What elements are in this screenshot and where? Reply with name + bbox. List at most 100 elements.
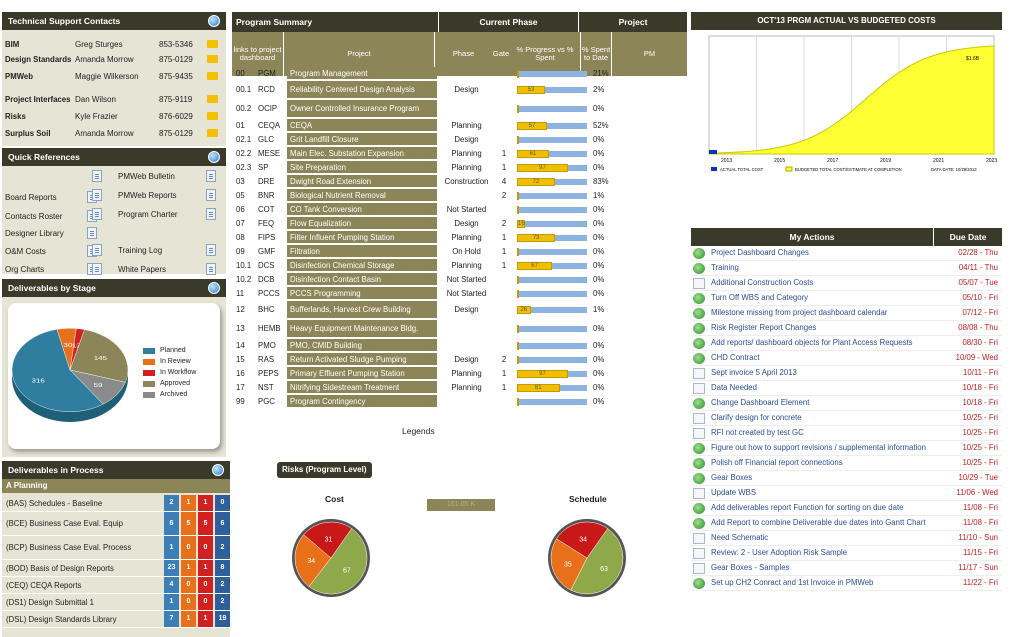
action-row[interactable]: Risk Register Report Changes 08/08 - Thu: [691, 321, 1002, 336]
action-title[interactable]: Milestone missing from project dashboard…: [711, 306, 932, 320]
quick-ref-link[interactable]: Program Charter: [92, 207, 226, 221]
folder-icon[interactable]: [207, 112, 218, 120]
action-row[interactable]: Gear Boxes - Samples 11/17 - Sun: [691, 561, 1002, 576]
action-row[interactable]: Sept invoice 5 April 2013 10/11 - Fri: [691, 366, 1002, 381]
deliverable-row[interactable]: (DS1) Design Submittal 11002: [2, 594, 230, 611]
deliverable-row[interactable]: (BCE) Business Case Eval. Equip 6 5 5 6: [2, 512, 230, 536]
deliverable-row[interactable]: (CEQ) CEQA Reports 4 0 0 2: [2, 577, 230, 594]
project-name[interactable]: Biological Nutrient Removal: [287, 189, 437, 201]
action-title[interactable]: Update WBS: [711, 486, 932, 500]
project-name[interactable]: Program Management: [287, 67, 437, 79]
folder-icon[interactable]: [207, 40, 218, 48]
project-link[interactable]: 00.2 OCIP: [232, 104, 287, 113]
project-name[interactable]: Dwight Road Extension: [287, 175, 437, 187]
project-row[interactable]: 14 PMO PMO, CMID Building 0%: [232, 339, 687, 351]
quick-ref-link[interactable]: PMWeb Reports: [92, 188, 226, 202]
project-name[interactable]: CO Tank Conversion: [287, 203, 437, 215]
deliverable-count[interactable]: 19: [215, 611, 230, 627]
action-row[interactable]: Add deliverables report Function for sor…: [691, 501, 1002, 516]
project-name[interactable]: Heavy Equipment Maintenance Bldg.: [287, 320, 437, 337]
project-row[interactable]: 08 FIPS Filter Influent Pumping Station Pla…: [232, 231, 687, 243]
deliverable-count[interactable]: 0: [198, 536, 213, 559]
project-link[interactable]: 00 PGM: [232, 69, 287, 78]
action-title[interactable]: Gear Boxes: [711, 471, 932, 485]
project-link[interactable]: 03 DRE: [232, 177, 287, 186]
action-row[interactable]: Training 04/11 - Thu: [691, 261, 1002, 276]
action-row[interactable]: CHD Contract 10/09 - Wed: [691, 351, 1002, 366]
document-icon[interactable]: [92, 189, 102, 201]
project-name[interactable]: CEQA: [287, 119, 437, 131]
deliverable-count[interactable]: 0: [198, 577, 213, 593]
action-title[interactable]: Review: 2 - User Adoption Risk Sample: [711, 546, 932, 560]
deliverable-row[interactable]: (BAS) Schedules - Baseline 2 1 1 0: [2, 495, 230, 512]
project-link[interactable]: 12 BHC: [232, 305, 287, 314]
deliverable-count[interactable]: 23: [164, 560, 179, 576]
project-row[interactable]: 07 FEQ Flow Equalization Design 2 16 0%: [232, 217, 687, 229]
deliverable-count[interactable]: 6: [164, 512, 179, 535]
project-row[interactable]: 00.1 RCD Reliability Centered Design Analy…: [232, 81, 687, 98]
project-name[interactable]: Grit Landfill Closure: [287, 133, 437, 145]
project-row[interactable]: 15 RAS Return Activated Sludge Pumping Desi…: [232, 353, 687, 365]
project-link[interactable]: 10.2 DCB: [232, 275, 287, 284]
action-row[interactable]: Figure out how to support revisions / su…: [691, 441, 1002, 456]
action-title[interactable]: Set up CH2 Conract and 1st Invoice in PM…: [711, 576, 932, 590]
document-icon[interactable]: [206, 189, 216, 201]
project-link[interactable]: 02.3 SP: [232, 163, 287, 172]
document-icon[interactable]: [206, 263, 216, 275]
document-icon[interactable]: [92, 170, 102, 182]
document-icon[interactable]: [206, 208, 216, 220]
project-row[interactable]: 02.1 GLC Grit Landfill Closure Design 0%: [232, 133, 687, 145]
project-name[interactable]: Flow Equalization: [287, 217, 437, 229]
folder-icon[interactable]: [207, 95, 218, 103]
action-title[interactable]: Additional Construction Costs: [711, 276, 932, 290]
folder-icon[interactable]: [207, 55, 218, 63]
globe-icon[interactable]: [208, 282, 220, 294]
action-title[interactable]: Need Schematic: [711, 531, 932, 545]
action-row[interactable]: Review: 2 - User Adoption Risk Sample 11/…: [691, 546, 1002, 561]
project-name[interactable]: PCCS Programming: [287, 287, 437, 299]
project-link[interactable]: 17 NST: [232, 383, 287, 392]
project-link[interactable]: 15 RAS: [232, 355, 287, 364]
project-row[interactable]: 12 BHC Bufferlands, Harvest Crew Building D…: [232, 301, 687, 318]
project-link[interactable]: 11 PCCS: [232, 289, 287, 298]
project-link[interactable]: 07 FEQ: [232, 219, 287, 228]
globe-icon[interactable]: [212, 464, 224, 476]
action-title[interactable]: Training: [711, 261, 932, 275]
action-title[interactable]: Risk Register Report Changes: [711, 321, 932, 335]
project-name[interactable]: Filter Influent Pumping Station: [287, 231, 437, 243]
action-title[interactable]: Gear Boxes - Samples: [711, 561, 932, 575]
project-link[interactable]: 00.1 RCD: [232, 85, 287, 94]
action-row[interactable]: Gear Boxes 10/29 - Tue: [691, 471, 1002, 486]
deliverable-count[interactable]: 0: [181, 594, 196, 610]
project-row[interactable]: 10.2 DCB Disinfection Contact Basin Not Sta…: [232, 273, 687, 285]
globe-icon[interactable]: [208, 151, 220, 163]
project-name[interactable]: Disinfection Contact Basin: [287, 273, 437, 285]
action-title[interactable]: Add reports/ dashboard objects for Plant…: [711, 336, 932, 350]
project-row[interactable]: 05 BNR Biological Nutrient Removal 2 1%: [232, 189, 687, 201]
project-link[interactable]: 06 COT: [232, 205, 287, 214]
project-name[interactable]: Disinfection Chemical Storage: [287, 259, 437, 271]
deliverable-count[interactable]: 0: [181, 577, 196, 593]
quick-ref-link[interactable]: White Papers: [92, 262, 226, 276]
project-row[interactable]: 13 HEMB Heavy Equipment Maintenance Bldg. 0…: [232, 320, 687, 337]
action-title[interactable]: Project Dashboard Changes: [711, 246, 932, 260]
deliverable-count[interactable]: 5: [181, 512, 196, 535]
project-row[interactable]: 16 PEPS Primary Effluent Pumping Station Pl…: [232, 367, 687, 379]
project-row[interactable]: 03 DRE Dwight Road Extension Construction 4 7…: [232, 175, 687, 187]
project-link[interactable]: 14 PMO: [232, 341, 287, 350]
project-name[interactable]: Site Preparation: [287, 161, 437, 173]
project-row[interactable]: 06 COT CO Tank Conversion Not Started 0%: [232, 203, 687, 215]
action-title[interactable]: Turn Off WBS and Category: [711, 291, 932, 305]
action-title[interactable]: Change Dashboard Element: [711, 396, 932, 410]
deliverable-count[interactable]: 0: [215, 495, 230, 511]
action-title[interactable]: Data Needed: [711, 381, 932, 395]
action-title[interactable]: Clarify design for concrete: [711, 411, 932, 425]
project-name[interactable]: Owner Controlled Insurance Program: [287, 100, 437, 117]
folder-icon[interactable]: [207, 72, 218, 80]
action-title[interactable]: Figure out how to support revisions / su…: [711, 441, 932, 455]
deliverable-count[interactable]: 7: [164, 611, 179, 627]
action-row[interactable]: Set up CH2 Conract and 1st Invoice in PM…: [691, 576, 1002, 591]
project-row[interactable]: 99 PGC Program Contingency 0%: [232, 395, 687, 407]
project-row[interactable]: 17 NST Nitrifying Sidestream Treatment Plan…: [232, 381, 687, 393]
quick-ref-link[interactable]: Training Log: [92, 243, 226, 257]
